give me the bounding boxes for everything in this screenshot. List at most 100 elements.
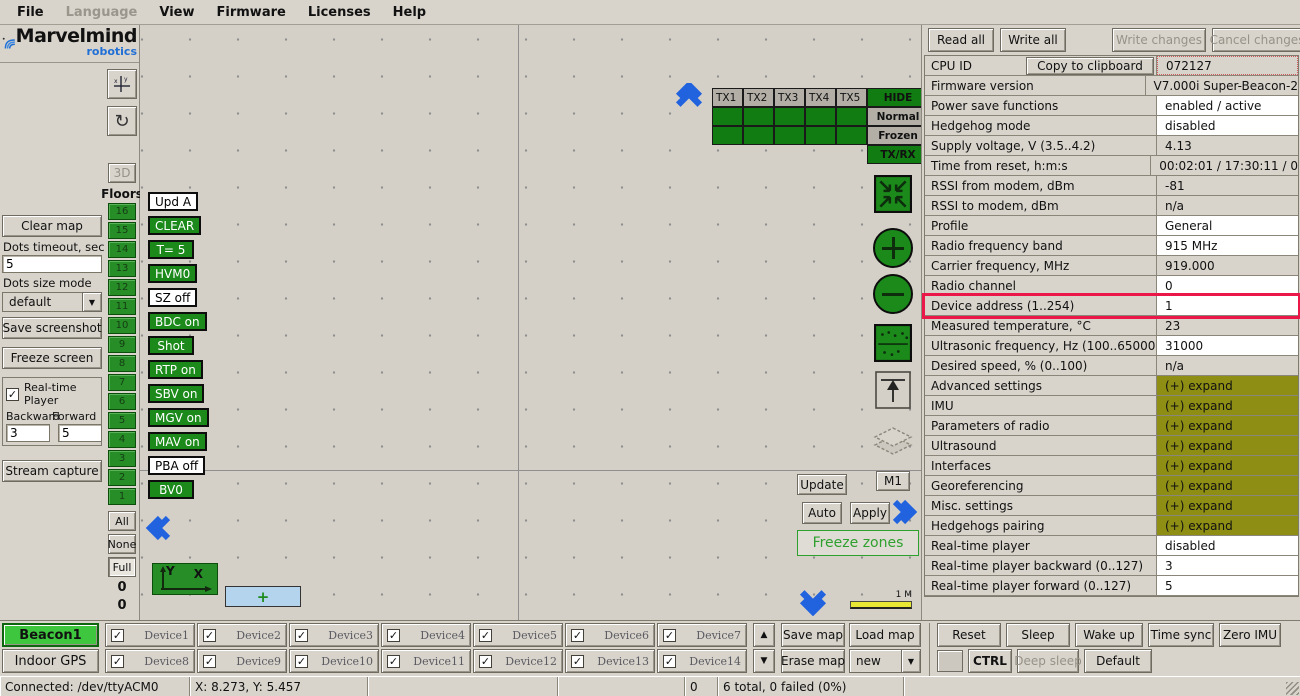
freeze-screen-button[interactable]: Freeze screen: [2, 347, 102, 369]
pan-left-icon[interactable]: [145, 515, 173, 541]
param-value[interactable]: 915 MHz: [1157, 236, 1298, 255]
param-value[interactable]: (+) expand: [1157, 516, 1298, 535]
axes-view-button[interactable]: x y: [107, 69, 137, 99]
param-value[interactable]: enabled / active: [1157, 96, 1298, 115]
param-value[interactable]: disabled: [1157, 536, 1298, 555]
floor-button[interactable]: 7: [108, 374, 136, 391]
map-mode-button[interactable]: MAV on: [148, 432, 207, 451]
save-map-button[interactable]: Save map: [781, 623, 845, 647]
param-value[interactable]: (+) expand: [1157, 396, 1298, 415]
device-checkbox[interactable]: ✓: [203, 655, 216, 668]
pan-right-icon[interactable]: [890, 499, 918, 525]
ctrl-button[interactable]: CTRL: [968, 649, 1012, 673]
tx-frozen-button[interactable]: Frozen: [867, 126, 921, 145]
param-value[interactable]: V7.000i Super-Beacon-2: [1146, 76, 1298, 95]
floor-button[interactable]: 2: [108, 469, 136, 486]
pan-up-icon[interactable]: [676, 82, 702, 110]
device-cell[interactable]: ✓ Device3: [289, 623, 379, 647]
param-value[interactable]: (+) expand: [1157, 436, 1298, 455]
floors-all-button[interactable]: All: [108, 511, 136, 531]
tab-indoor-gps[interactable]: Indoor GPS: [2, 649, 99, 673]
tx-txrx-button[interactable]: TX/RX: [867, 145, 921, 164]
menu-item[interactable]: Firmware: [206, 5, 297, 20]
map-mode-button[interactable]: BDC on: [148, 312, 207, 331]
device-checkbox[interactable]: ✓: [111, 629, 124, 642]
add-submap-button[interactable]: +: [225, 586, 301, 607]
cpu-id-value[interactable]: 072127: [1157, 56, 1298, 75]
param-value[interactable]: 5: [1157, 576, 1298, 595]
floors-full-button[interactable]: Full: [108, 557, 136, 577]
tx-header-cell[interactable]: TX3: [774, 88, 805, 107]
device-checkbox[interactable]: ✓: [387, 629, 400, 642]
param-value[interactable]: General: [1157, 216, 1298, 235]
param-value[interactable]: 23: [1157, 316, 1298, 335]
device-cell[interactable]: ✓ Device9: [197, 649, 287, 673]
tx-state-cell[interactable]: [836, 107, 867, 126]
floor-button[interactable]: 13: [108, 260, 136, 277]
floor-button[interactable]: 8: [108, 355, 136, 372]
device-checkbox[interactable]: ✓: [571, 629, 584, 642]
param-value[interactable]: 00:02:01 / 17:30:11 / 0: [1151, 156, 1298, 175]
write-all-button[interactable]: Write all: [1000, 28, 1066, 52]
zoom-in-button[interactable]: [873, 228, 913, 268]
tx-state-cell[interactable]: [805, 126, 836, 145]
stream-capture-button[interactable]: Stream capture: [2, 460, 102, 482]
device-checkbox[interactable]: ✓: [479, 629, 492, 642]
device-checkbox[interactable]: ✓: [663, 629, 676, 642]
device-cell[interactable]: ✓ Device12: [473, 649, 563, 673]
floor-button[interactable]: 9: [108, 336, 136, 353]
tx-state-cell[interactable]: [774, 126, 805, 145]
map-mode-button[interactable]: PBA off: [148, 456, 205, 475]
fit-to-screen-button[interactable]: [874, 175, 912, 216]
param-value[interactable]: 3: [1157, 556, 1298, 575]
dots-timeout-input[interactable]: [2, 255, 102, 273]
sleep-button[interactable]: Sleep: [1006, 623, 1070, 647]
dropdown-arrow-icon[interactable]: ▼: [82, 292, 102, 312]
floor-button[interactable]: 14: [108, 241, 136, 258]
menu-item[interactable]: Licenses: [297, 5, 382, 20]
m1-mode-button[interactable]: M1: [876, 471, 910, 491]
map-mode-button[interactable]: Shot: [148, 336, 194, 355]
param-value[interactable]: 0: [1157, 276, 1298, 295]
time-sync-button[interactable]: Time sync: [1148, 623, 1214, 647]
device-cell[interactable]: ✓ Device13: [565, 649, 655, 673]
floors-none-button[interactable]: None: [108, 534, 136, 554]
tab-beacon1[interactable]: Beacon1: [2, 623, 99, 647]
map-mode-button[interactable]: SBV on: [148, 384, 204, 403]
device-cell[interactable]: ✓ Device14: [657, 649, 747, 673]
copy-to-clipboard-button[interactable]: Copy to clipboard: [1026, 57, 1154, 75]
tx-header-cell[interactable]: TX2: [743, 88, 774, 107]
update-button[interactable]: Update: [797, 474, 847, 495]
device-checkbox[interactable]: ✓: [571, 655, 584, 668]
erase-map-button[interactable]: Erase map: [781, 649, 845, 673]
zoom-out-button[interactable]: [873, 274, 913, 314]
device-cell[interactable]: ✓ Device8: [105, 649, 195, 673]
map-select[interactable]: new ▼: [849, 649, 921, 673]
floor-button[interactable]: 11: [108, 298, 136, 315]
apply-button[interactable]: Apply: [850, 502, 890, 524]
map-canvas[interactable]: Upd A CLEAR T= 5 HVM0 SZ off BDC on Shot…: [140, 25, 921, 620]
device-checkbox[interactable]: ✓: [111, 655, 124, 668]
save-screenshot-button[interactable]: Save screenshot: [2, 317, 102, 339]
tx-state-cell[interactable]: [743, 107, 774, 126]
cancel-changes-button[interactable]: Cancel changes: [1212, 28, 1300, 52]
device-cell[interactable]: ✓ Device5: [473, 623, 563, 647]
param-value[interactable]: 4.13: [1157, 136, 1298, 155]
map-mode-button[interactable]: CLEAR: [148, 216, 201, 235]
backward-input[interactable]: [6, 424, 50, 442]
forward-input[interactable]: [58, 424, 102, 442]
map-mode-button[interactable]: RTP on: [148, 360, 203, 379]
write-changes-button[interactable]: Write changes: [1112, 28, 1206, 52]
tx-state-cell[interactable]: [805, 107, 836, 126]
dots-display-button[interactable]: [874, 324, 912, 365]
floor-button[interactable]: 5: [108, 412, 136, 429]
wake-up-button[interactable]: Wake up: [1075, 623, 1143, 647]
device-list-up-button[interactable]: ▲: [753, 623, 775, 647]
menu-item[interactable]: File: [6, 5, 55, 20]
device-cell[interactable]: ✓ Device1: [105, 623, 195, 647]
param-value[interactable]: disabled: [1157, 116, 1298, 135]
floor-button[interactable]: 12: [108, 279, 136, 296]
param-value[interactable]: -81: [1157, 176, 1298, 195]
axes-origin-widget[interactable]: Y X: [152, 563, 218, 595]
device-checkbox[interactable]: ✓: [203, 629, 216, 642]
